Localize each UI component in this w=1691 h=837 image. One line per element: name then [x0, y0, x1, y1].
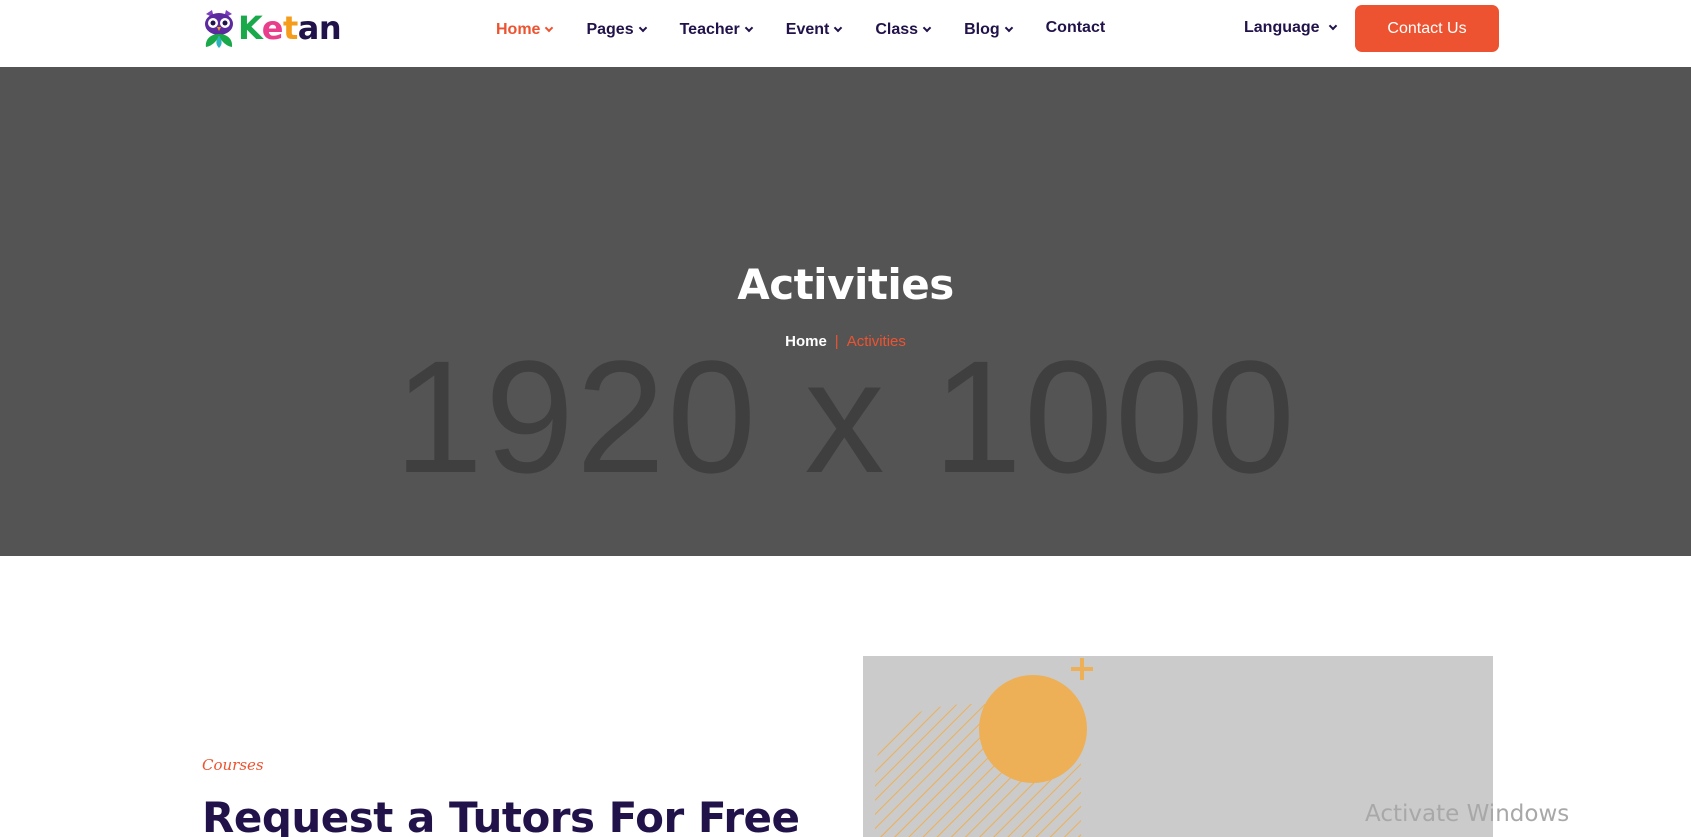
chevron-down-icon — [638, 23, 647, 33]
owl-logo-icon — [205, 10, 233, 48]
nav-item-label: Teacher — [679, 21, 740, 38]
section-title: Request a Tutors For Free — [202, 793, 800, 837]
chevron-down-icon — [922, 23, 932, 33]
nav-item-home[interactable]: Home — [496, 21, 554, 39]
image-placeholder-dimensions: 1920 x 1000 — [394, 327, 1297, 506]
site-header: Ketan Home Pages Teacher Event Class Blo… — [0, 0, 1691, 67]
nav-item-label: Blog — [964, 21, 1000, 38]
chevron-down-icon — [744, 23, 754, 33]
logo-letter: t — [282, 9, 298, 47]
chevron-down-icon — [545, 23, 554, 33]
os-activation-watermark: Activate Windows — [1365, 801, 1570, 827]
nav-item-event[interactable]: Event — [785, 21, 843, 39]
chevron-down-icon — [1004, 23, 1013, 33]
breadcrumb-home-link[interactable]: Home — [785, 333, 827, 350]
contact-us-button[interactable]: Contact Us — [1355, 5, 1499, 52]
logo-letter: a — [297, 9, 320, 47]
breadcrumb-separator: | — [834, 333, 839, 350]
breadcrumb: Home | Activities — [0, 333, 1691, 350]
nav-item-pages[interactable]: Pages — [586, 21, 647, 39]
logo-letter: K — [238, 9, 262, 47]
nav-item-teacher[interactable]: Teacher — [679, 21, 754, 39]
language-selector[interactable]: Language — [1244, 19, 1337, 37]
chevron-down-icon — [1328, 21, 1337, 31]
nav-item-label: Contact — [1045, 19, 1106, 36]
language-label: Language — [1244, 19, 1320, 36]
breadcrumb-current: Activities — [846, 333, 906, 350]
nav-item-blog[interactable]: Blog — [964, 21, 1013, 39]
main-nav: Home Pages Teacher Event Class Blog Cont… — [496, 19, 1139, 41]
page-title: Activities — [737, 260, 954, 309]
nav-item-label: Pages — [586, 21, 634, 38]
section-tag: Courses — [202, 756, 264, 774]
chevron-down-icon — [834, 23, 843, 33]
nav-item-label: Class — [875, 21, 919, 38]
logo-letter: e — [261, 9, 284, 47]
page-hero-banner: 1920 x 1000 Activities Home | Activities — [0, 67, 1691, 556]
nav-item-label: Event — [785, 21, 830, 38]
logo-letter: n — [318, 9, 342, 47]
nav-item-class[interactable]: Class — [875, 21, 932, 39]
nav-item-contact[interactable]: Contact — [1046, 19, 1106, 37]
logo-wordmark: Ketan — [238, 9, 342, 47]
site-logo[interactable]: Ketan — [202, 8, 342, 48]
nav-item-label: Home — [496, 21, 541, 38]
